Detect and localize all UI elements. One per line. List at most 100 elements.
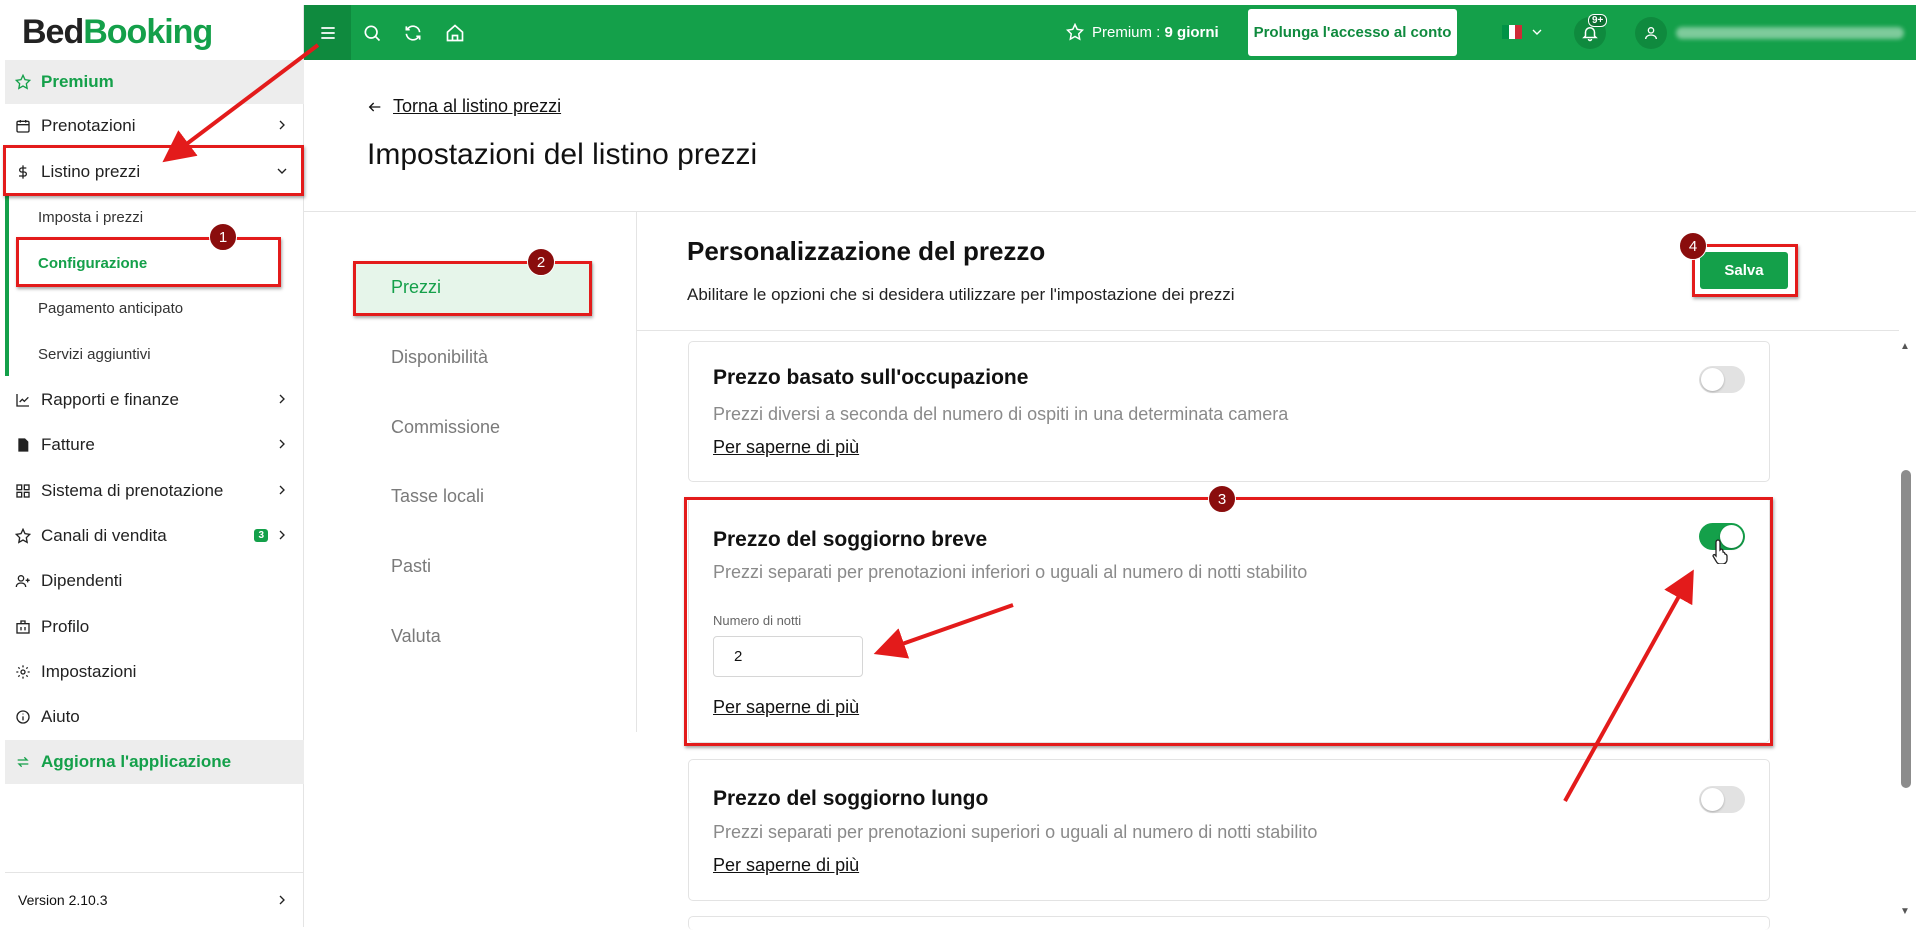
scroll-down-arrow[interactable]: ▼ — [1898, 907, 1912, 917]
nights-field-label: Numero di notti — [713, 613, 802, 628]
chevron-right-icon — [279, 120, 285, 130]
gear-icon — [15, 664, 31, 680]
user-add-icon — [15, 573, 31, 589]
settings-nav: Prezzi Disponibilità Commissione Tasse l… — [304, 212, 637, 732]
chevron-right-icon — [279, 895, 285, 905]
chevron-down-icon[interactable] — [1529, 24, 1545, 40]
option-card-long-stay: Prezzo del soggiorno lungo Prezzi separa… — [688, 759, 1770, 901]
option-card-partial — [688, 916, 1770, 930]
toggle-knob — [1701, 788, 1724, 811]
chevron-right-icon — [279, 485, 285, 495]
learn-more-link[interactable]: Per saperne di più — [713, 437, 859, 458]
sidebar-item-label: Profilo — [41, 617, 90, 636]
notification-count-badge: 9+ — [1588, 14, 1608, 27]
sidebar-item-canali-vendita[interactable]: Canali di vendita 3 — [5, 514, 304, 558]
sidebar-item-label: Canali di vendita — [41, 526, 167, 545]
home-icon — [446, 23, 464, 41]
menu-button[interactable] — [304, 5, 351, 60]
top-bar: Premium : 9 giorni Prolunga l'accesso al… — [304, 5, 1916, 60]
building-icon — [15, 619, 31, 635]
save-button[interactable]: Salva — [1700, 252, 1788, 289]
tab-pasti[interactable]: Pasti — [356, 540, 593, 593]
sidebar-item-dipendenti[interactable]: Dipendenti — [5, 559, 304, 603]
long-stay-toggle[interactable] — [1699, 786, 1745, 813]
sidebar-item-listino-prezzi[interactable]: Listino prezzi — [5, 150, 304, 194]
nights-input[interactable] — [713, 636, 863, 677]
refresh-icon — [405, 24, 421, 41]
card-description: Prezzi separati per prenotazioni superio… — [713, 822, 1318, 842]
user-icon — [1645, 27, 1657, 40]
sidebar-item-label: Prenotazioni — [41, 116, 136, 135]
submenu-configurazione[interactable]: Configurazione — [5, 241, 304, 285]
refresh-button[interactable] — [393, 5, 433, 60]
sidebar-item-aiuto[interactable]: Aiuto — [5, 695, 304, 739]
calendar-icon — [15, 118, 31, 134]
hand-cursor-icon — [1712, 539, 1728, 564]
sidebar-item-label: Fatture — [41, 435, 95, 454]
chevron-right-icon — [279, 439, 285, 449]
count-badge: 3 — [254, 529, 268, 542]
sidebar-item-impostazioni[interactable]: Impostazioni — [5, 650, 304, 694]
back-link-label: Torna al listino prezzi — [393, 96, 562, 116]
card-title: Prezzo del soggiorno lungo — [713, 787, 989, 810]
submenu-servizi-aggiuntivi[interactable]: Servizi aggiuntivi — [5, 332, 304, 376]
chevron-down-icon — [277, 168, 287, 174]
occupancy-toggle[interactable] — [1699, 366, 1745, 393]
user-email-redacted[interactable] — [1676, 27, 1904, 39]
sidebar-item-rapporti[interactable]: Rapporti e finanze — [5, 378, 304, 422]
version-row[interactable]: Version 2.10.3 — [5, 872, 304, 927]
italy-flag-icon[interactable] — [1502, 25, 1523, 39]
grid-icon — [15, 483, 31, 499]
annotation-badge-3: 3 — [1208, 485, 1236, 513]
learn-more-link[interactable]: Per saperne di più — [713, 855, 859, 876]
sidebar-item-sistema-prenotazione[interactable]: Sistema di prenotazione — [5, 469, 304, 513]
learn-more-link[interactable]: Per saperne di più — [713, 697, 859, 718]
arrow-left-icon — [368, 102, 381, 111]
sidebar-item-profilo[interactable]: Profilo — [5, 605, 304, 649]
sidebar-item-fatture[interactable]: Fatture — [5, 423, 304, 467]
page-title: Impostazioni del listino prezzi — [367, 138, 758, 171]
extend-access-button[interactable]: Prolunga l'accesso al conto — [1248, 9, 1457, 56]
scroll-up-arrow[interactable]: ▲ — [1898, 342, 1912, 352]
sidebar-item-aggiorna-app[interactable]: Aggiorna l'applicazione — [5, 740, 304, 784]
sidebar-item-label: Listino prezzi — [41, 162, 141, 181]
chart-icon — [15, 392, 31, 408]
content-divider — [637, 330, 1899, 331]
sidebar-item-label: Impostazioni — [41, 662, 137, 681]
user-avatar[interactable] — [1635, 17, 1667, 49]
info-icon — [15, 709, 31, 725]
submenu-imposta-prezzi[interactable]: Imposta i prezzi — [5, 195, 304, 239]
card-description: Prezzi separati per prenotazioni inferio… — [713, 562, 1308, 582]
annotation-badge-2: 2 — [527, 248, 555, 276]
search-button[interactable] — [352, 5, 392, 60]
version-label: Version 2.10.3 — [18, 892, 108, 908]
sidebar-item-premium[interactable]: Premium — [5, 60, 304, 104]
star-icon — [1066, 23, 1084, 41]
sidebar: BedBooking Premium Prenotazioni Listino … — [5, 5, 304, 927]
tab-valuta[interactable]: Valuta — [356, 610, 593, 663]
card-description: Prezzi diversi a seconda del numero di o… — [713, 404, 1289, 424]
bedbooking-logo[interactable]: BedBooking — [5, 5, 303, 60]
premium-days: 9 giorni — [1164, 23, 1219, 41]
home-button[interactable] — [435, 5, 475, 60]
sidebar-item-label: Rapporti e finanze — [41, 390, 179, 409]
tab-commissione[interactable]: Commissione — [356, 401, 593, 454]
submenu-pagamento-anticipato[interactable]: Pagamento anticipato — [5, 286, 304, 330]
tab-disponibilita[interactable]: Disponibilità — [356, 331, 593, 384]
section-subtitle: Abilitare le opzioni che si desidera uti… — [687, 285, 1235, 304]
card-title: Prezzo del soggiorno breve — [713, 528, 988, 551]
card-title: Prezzo basato sull'occupazione — [713, 366, 1029, 389]
star-icon — [15, 74, 31, 90]
option-card-occupancy: Prezzo basato sull'occupazione Prezzi di… — [688, 341, 1770, 482]
sidebar-item-label: Aggiorna l'applicazione — [41, 752, 232, 771]
sidebar-item-label: Dipendenti — [41, 571, 123, 590]
toggle-knob — [1701, 368, 1724, 391]
tab-prezzi[interactable]: Prezzi — [356, 261, 593, 314]
tab-tasse-locali[interactable]: Tasse locali — [356, 470, 593, 523]
sidebar-item-prenotazioni[interactable]: Prenotazioni — [5, 104, 304, 148]
hamburger-icon — [320, 26, 335, 39]
back-to-pricelist-link[interactable]: Torna al listino prezzi — [367, 96, 561, 117]
premium-status: Premium : 9 giorni — [1066, 23, 1219, 41]
scrollbar-thumb[interactable] — [1901, 470, 1911, 788]
search-icon — [364, 25, 381, 41]
